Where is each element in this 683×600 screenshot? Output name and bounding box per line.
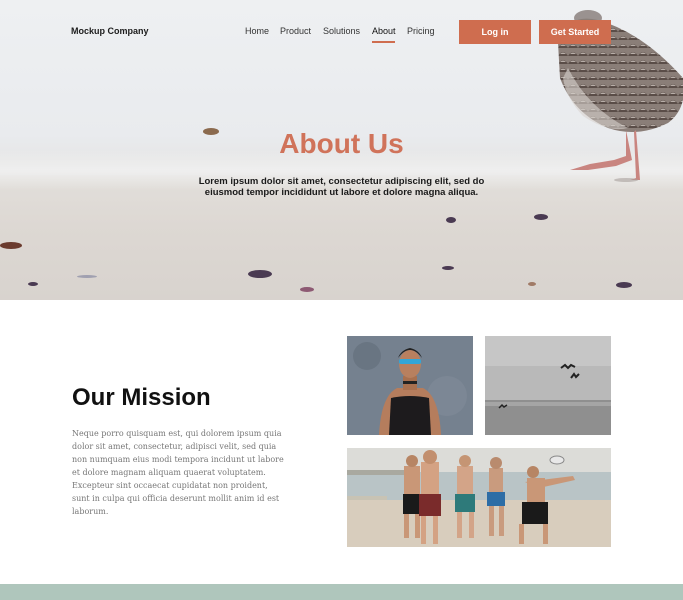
beach-rugby-illustration bbox=[347, 448, 611, 547]
photo-beach-rugby bbox=[347, 448, 611, 547]
hero-pebble bbox=[300, 287, 314, 292]
hero-pebble bbox=[248, 270, 272, 278]
nav-solutions[interactable]: Solutions bbox=[323, 26, 360, 36]
photo-birds-sea bbox=[485, 336, 611, 435]
birds-sea-illustration bbox=[485, 336, 611, 435]
hero-pebble bbox=[28, 282, 38, 286]
hero-pebble bbox=[616, 282, 632, 288]
nav-home[interactable]: Home bbox=[245, 26, 269, 36]
hero-pebble bbox=[442, 266, 454, 270]
mission-title: Our Mission bbox=[72, 384, 211, 411]
footer-band bbox=[0, 584, 683, 600]
hero-pebble bbox=[528, 282, 536, 286]
hero-title: About Us bbox=[279, 128, 404, 159]
hero-pebble bbox=[0, 242, 22, 249]
nav-product[interactable]: Product bbox=[280, 26, 311, 36]
hero-pebble bbox=[446, 217, 456, 223]
woman-illustration bbox=[347, 336, 473, 435]
mission-body: Neque porro quisquam est, qui dolorem ip… bbox=[72, 429, 284, 516]
brand-logo[interactable]: Mockup Company bbox=[71, 26, 149, 36]
login-button[interactable]: Log in bbox=[459, 20, 531, 44]
nav-about[interactable]: About bbox=[372, 26, 396, 36]
nav-pricing[interactable]: Pricing bbox=[407, 26, 435, 36]
photo-woman bbox=[347, 336, 473, 435]
nav-active-underline bbox=[372, 41, 395, 43]
get-started-button[interactable]: Get Started bbox=[539, 20, 611, 44]
hero-pebble bbox=[77, 275, 97, 278]
hero-subtitle: Lorem ipsum dolor sit amet, consectetur … bbox=[198, 176, 485, 198]
hero-pebble bbox=[534, 214, 548, 220]
